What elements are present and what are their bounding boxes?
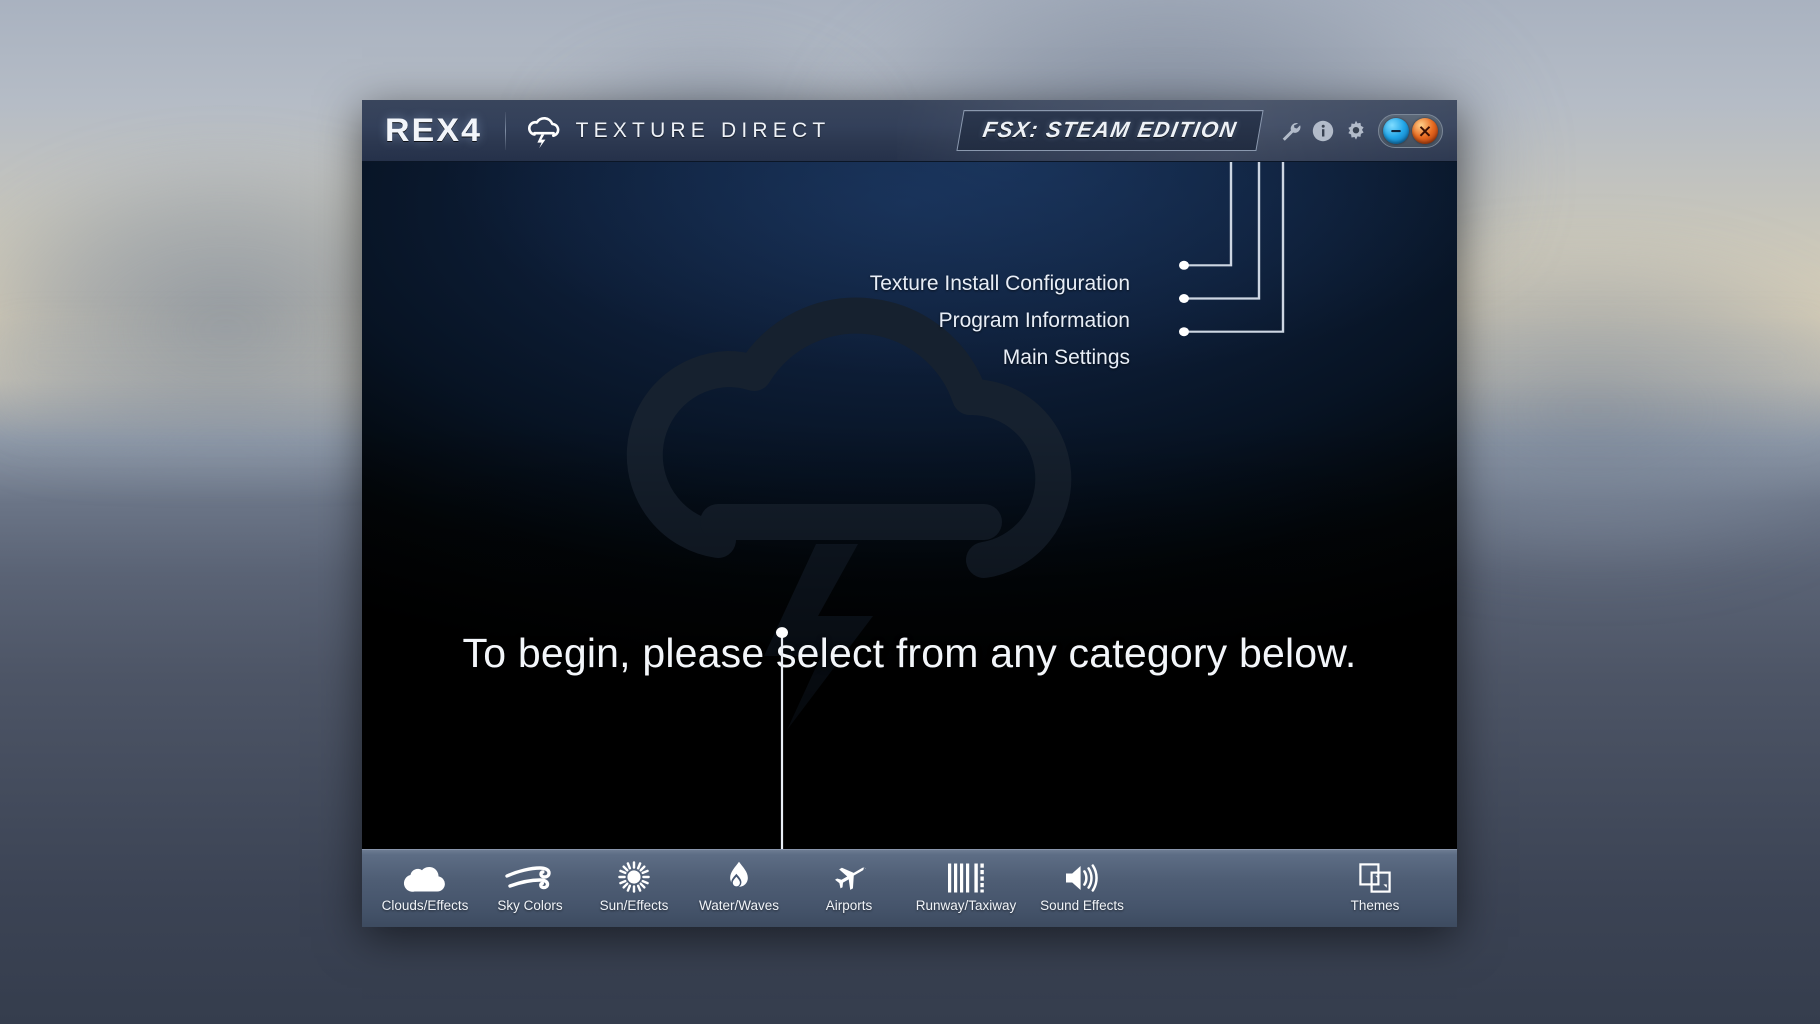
nav-item-clouds-effects[interactable]: Clouds/Effects	[372, 850, 478, 927]
nav-item-sound-effects[interactable]: Sound Effects	[1026, 850, 1138, 927]
runway-markings-icon	[947, 862, 985, 893]
titlebar-tools	[1278, 119, 1368, 143]
brand-logo: REX4	[385, 112, 482, 149]
main-stage: Texture Install Configuration Program In…	[362, 162, 1457, 849]
nav-label: Water/Waves	[699, 898, 779, 913]
nav-label: Sky Colors	[497, 898, 562, 913]
nav-item-runway-taxiway[interactable]: Runway/Taxiway	[906, 850, 1026, 927]
window-controls	[1378, 114, 1443, 148]
cloud-icon	[403, 862, 447, 893]
nav-item-water-waves[interactable]: Water/Waves	[686, 850, 792, 927]
nav-label: Runway/Taxiway	[916, 898, 1017, 913]
title-bar[interactable]: REX4 TEXTURE DIRECT FSX: STEAM EDITION	[362, 100, 1457, 162]
nav-label: Airports	[826, 898, 873, 913]
bottom-nav-right-group: Themes	[1329, 850, 1451, 927]
prompt-pointer-line	[362, 162, 1457, 849]
layers-icon	[1359, 862, 1391, 893]
callout-label-texture-install-configuration: Texture Install Configuration	[870, 272, 1130, 296]
application-window: REX4 TEXTURE DIRECT FSX: STEAM EDITION	[362, 100, 1457, 927]
prompt-text: To begin, please select from any categor…	[362, 630, 1457, 677]
sun-icon	[618, 862, 650, 893]
callout-label-program-information: Program Information	[939, 309, 1130, 333]
nav-label: Sound Effects	[1040, 898, 1124, 913]
sim-badge-label: FSX: STEAM EDITION	[981, 117, 1239, 143]
nav-item-sun-effects[interactable]: Sun/Effects	[582, 850, 686, 927]
minimize-button[interactable]	[1383, 118, 1409, 144]
nav-item-airports[interactable]: Airports	[792, 850, 906, 927]
brand-divider	[505, 112, 506, 150]
nav-item-sky-colors[interactable]: Sky Colors	[478, 850, 582, 927]
wrench-icon[interactable]	[1278, 119, 1302, 143]
nav-item-themes[interactable]: Themes	[1329, 850, 1421, 927]
water-droplet-icon	[726, 862, 752, 893]
nav-label: Sun/Effects	[600, 898, 669, 913]
stage-glow	[362, 162, 1457, 462]
wind-swirl-icon	[505, 862, 555, 893]
close-button[interactable]	[1412, 118, 1438, 144]
airplane-icon	[829, 862, 869, 893]
cloud-lightning-icon	[522, 113, 564, 149]
callout-lines	[362, 162, 1457, 849]
sim-badge: FSX: STEAM EDITION	[957, 110, 1264, 151]
bottom-navigation: Clouds/Effects Sky Colors	[362, 849, 1457, 927]
callout-label-main-settings: Main Settings	[1003, 346, 1130, 370]
gear-icon[interactable]	[1344, 119, 1368, 143]
nav-label: Themes	[1351, 898, 1400, 913]
info-icon[interactable]	[1311, 119, 1335, 143]
nav-label: Clouds/Effects	[382, 898, 469, 913]
speaker-icon	[1063, 862, 1101, 893]
product-name: TEXTURE DIRECT	[576, 119, 831, 143]
bottom-nav-left-group: Clouds/Effects Sky Colors	[368, 850, 1138, 927]
stage-vignette	[362, 162, 1457, 849]
